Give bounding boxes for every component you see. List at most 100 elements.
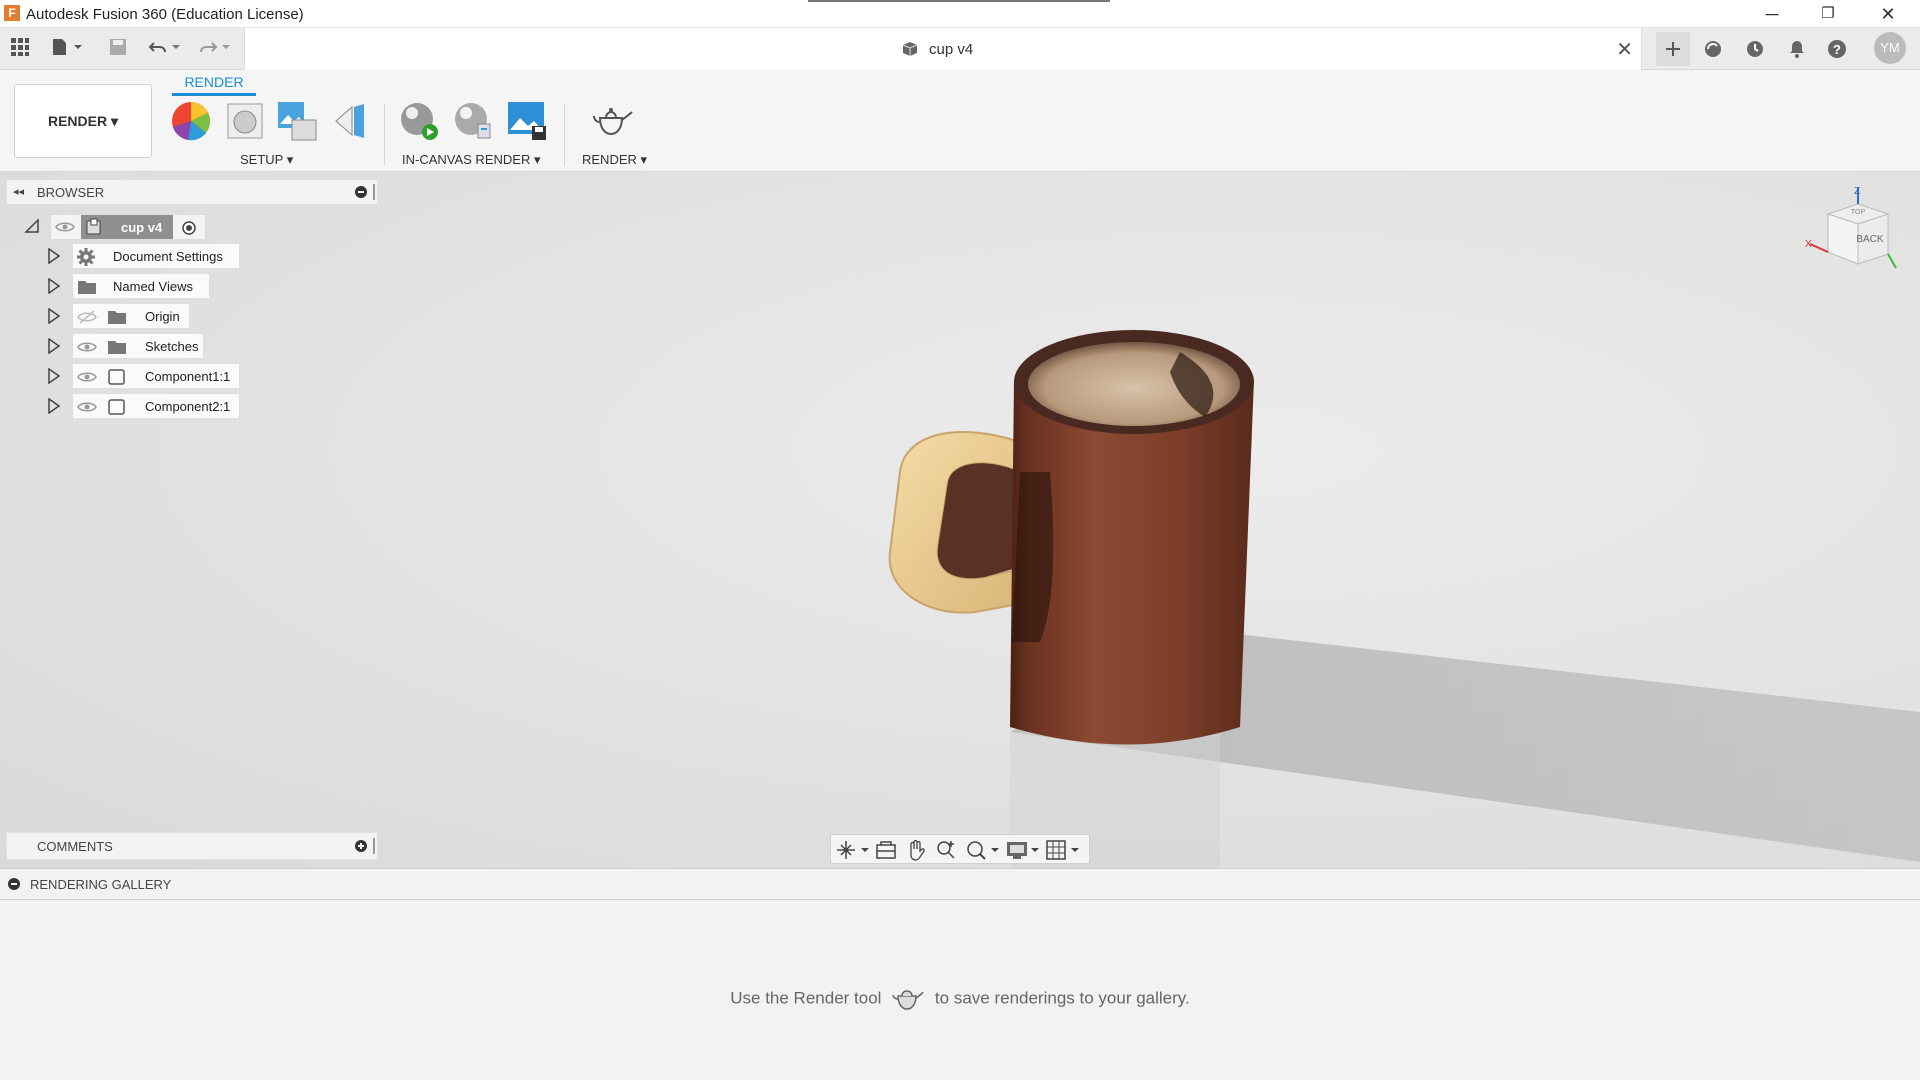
folder-icon (107, 309, 127, 330)
expand-triangle-icon[interactable] (46, 307, 62, 325)
render-teapot-icon (892, 986, 924, 1012)
zoom-icon[interactable] (935, 839, 957, 866)
document-name: cup v4 (929, 41, 974, 58)
axis-x-label: X (1805, 239, 1812, 250)
browser-title: BROWSER (37, 185, 105, 200)
render-group-label[interactable]: RENDER ▾ (582, 152, 647, 168)
browser-item-sketches[interactable]: Sketches (44, 333, 344, 359)
decal-icon[interactable] (330, 100, 372, 142)
browser-node[interactable]: Component1:1 (72, 363, 240, 389)
file-menu-icon[interactable] (48, 37, 88, 61)
new-tab-plus-icon[interactable] (1656, 32, 1690, 66)
root-node-selection: cup v4 (81, 215, 173, 239)
browser-item-label: Named Views (113, 279, 193, 294)
expand-triangle-icon[interactable] (46, 397, 62, 415)
grid-snaps-icon[interactable] (1045, 839, 1081, 866)
online-status-icon[interactable] (1698, 34, 1728, 64)
browser-root-row[interactable]: cup v4 (20, 214, 220, 240)
browser-item-component2[interactable]: Component2:1 (44, 393, 344, 419)
root-node[interactable]: cup v4 (50, 214, 206, 240)
user-avatar[interactable]: YM (1874, 32, 1906, 64)
ribbon-separator (564, 104, 565, 166)
look-at-icon[interactable] (875, 839, 897, 866)
activate-radio-icon[interactable] (181, 220, 197, 241)
browser-node[interactable]: Named Views (72, 273, 210, 299)
rendering-gallery-header[interactable]: RENDERING GALLERY (0, 868, 1920, 900)
eye-visibility-icon[interactable] (55, 219, 75, 240)
collapse-browser-icon[interactable]: ◂◂ (13, 185, 24, 198)
browser-item-label: Origin (145, 309, 180, 324)
eye-visibility-icon[interactable] (77, 369, 97, 390)
eye-visibility-icon[interactable] (77, 339, 97, 360)
display-settings-icon[interactable] (1005, 839, 1041, 866)
title-bar: F Autodesk Fusion 360 (Education License… (0, 0, 1920, 28)
component-icon (107, 368, 127, 391)
pan-hand-icon[interactable] (905, 839, 927, 866)
data-panel-grid-icon[interactable] (8, 37, 32, 61)
panel-resize-handle[interactable] (373, 184, 375, 200)
ribbon-toolbar: RENDER ▾ RENDER SETUP ▾ IN-CANVAS RENDER… (0, 70, 1920, 172)
gallery-message-start: Use the Render tool (730, 988, 882, 1008)
browser-item-origin[interactable]: Origin (44, 303, 344, 329)
browser-item-label: Sketches (145, 339, 199, 354)
add-comment-plus-icon[interactable] (355, 840, 367, 852)
undo-icon[interactable] (146, 37, 186, 61)
fit-zoom-icon[interactable] (965, 839, 1001, 866)
browser-item-named-views[interactable]: Named Views (44, 273, 344, 299)
view-cube[interactable]: TOP BACK X Z (1800, 184, 1900, 284)
job-status-icon[interactable] (1740, 34, 1770, 64)
panel-resize-handle[interactable] (373, 838, 375, 854)
document-tab[interactable]: cup v4 ✕ (244, 28, 1642, 70)
save-icon[interactable] (106, 37, 130, 61)
browser-node[interactable]: Document Settings (72, 243, 240, 269)
expand-triangle-icon[interactable] (46, 277, 62, 295)
in-canvas-render-icon[interactable] (398, 100, 440, 142)
view-cube-top-label: TOP (1851, 209, 1866, 216)
chevron-down-icon: ▾ (110, 113, 119, 129)
expand-triangle-icon[interactable] (46, 367, 62, 385)
texture-map-controls-icon[interactable] (276, 100, 318, 142)
expand-triangle-icon[interactable] (46, 247, 62, 265)
scene-settings-icon[interactable] (224, 100, 266, 142)
browser-item-document-settings[interactable]: Document Settings (44, 243, 344, 269)
browser-item-label: Component2:1 (145, 399, 231, 414)
minimize-button[interactable]: ─ (1744, 0, 1800, 28)
help-icon[interactable]: ? (1822, 34, 1852, 64)
restore-button[interactable]: ❐ (1800, 0, 1856, 28)
close-window-button[interactable]: ✕ (1860, 0, 1916, 28)
browser-item-component1[interactable]: Component1:1 (44, 363, 344, 389)
render-teapot-icon[interactable] (590, 100, 633, 142)
comments-panel-header[interactable]: COMMENTS (6, 832, 378, 860)
eye-hidden-icon[interactable] (77, 309, 97, 330)
collapse-gallery-icon[interactable] (8, 878, 20, 890)
capture-image-icon[interactable] (506, 100, 548, 142)
tab-render[interactable]: RENDER (172, 74, 256, 96)
collapse-triangle-icon[interactable] (24, 218, 40, 239)
workspace-label: RENDER (47, 113, 108, 129)
gallery-message-end: to save renderings to your gallery. (934, 988, 1190, 1008)
workspace-switcher[interactable]: RENDER ▾ (14, 84, 152, 158)
setup-group-label[interactable]: SETUP ▾ (240, 152, 293, 168)
gallery-title: RENDERING GALLERY (30, 877, 172, 892)
browser-node[interactable]: Component2:1 (72, 393, 240, 419)
browser-node[interactable]: Sketches (72, 333, 204, 359)
browser-panel-header[interactable]: ◂◂ BROWSER (6, 179, 378, 205)
in-canvas-render-settings-icon[interactable] (452, 100, 494, 142)
component-icon (107, 398, 127, 421)
minimize-panel-icon[interactable] (355, 186, 367, 198)
svg-text:?: ? (1833, 42, 1841, 57)
eye-visibility-icon[interactable] (77, 399, 97, 420)
browser-node[interactable]: Origin (72, 303, 190, 329)
appearance-icon[interactable] (170, 100, 212, 142)
rendering-gallery: Use the Render tool to save renderings t… (0, 900, 1920, 1080)
orbit-icon[interactable] (835, 839, 871, 866)
in-canvas-render-group-label[interactable]: IN-CANVAS RENDER ▾ (402, 152, 541, 168)
ribbon-separator (384, 104, 385, 166)
close-document-button[interactable]: ✕ (1616, 37, 1633, 62)
notifications-bell-icon[interactable] (1782, 34, 1812, 64)
comments-title: COMMENTS (37, 839, 113, 854)
folder-icon (77, 279, 97, 300)
axis-z-label: Z (1854, 186, 1860, 197)
expand-triangle-icon[interactable] (46, 337, 62, 355)
redo-icon[interactable] (196, 37, 236, 61)
